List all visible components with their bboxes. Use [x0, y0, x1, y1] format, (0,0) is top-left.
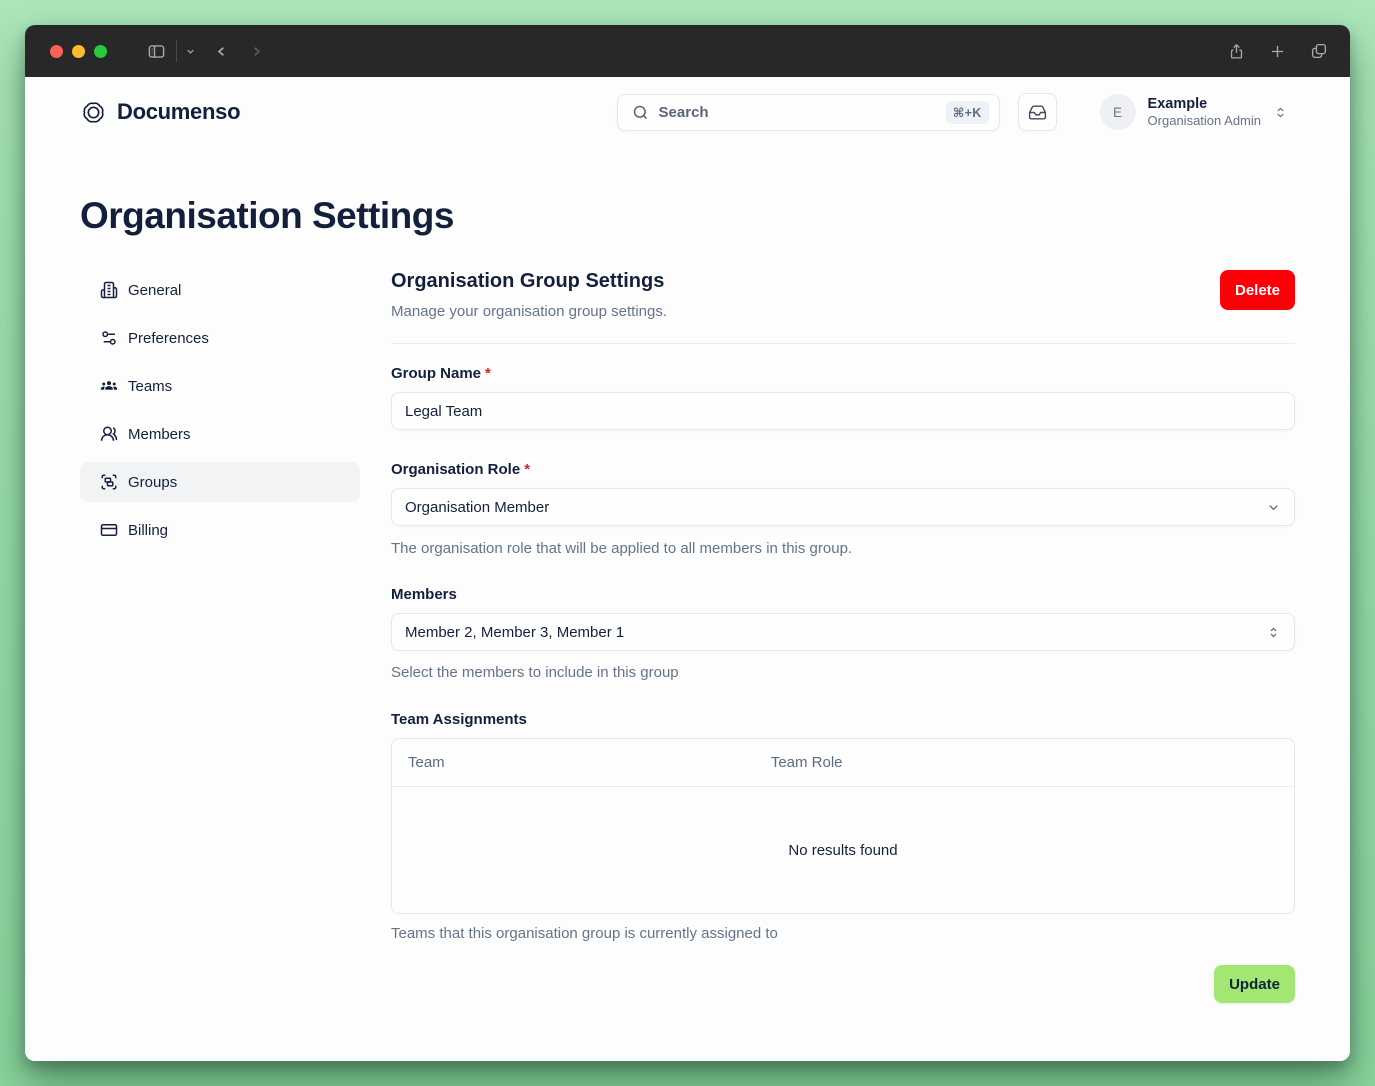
sidebar-item-billing[interactable]: Billing: [80, 510, 360, 550]
users-icon: [100, 425, 118, 443]
search-shortcut-badge: ⌘+K: [946, 101, 989, 124]
chevron-down-icon: [1266, 500, 1281, 515]
empty-state-text: No results found: [788, 842, 897, 859]
group-name-input[interactable]: [405, 403, 1281, 420]
titlebar-divider: [176, 40, 177, 62]
page-title: Organisation Settings: [80, 195, 1295, 237]
tab-overview-icon[interactable]: [1310, 42, 1328, 60]
building-icon: [100, 281, 118, 299]
documenso-logo-icon: [80, 99, 107, 126]
members-multiselect[interactable]: Member 2, Member 3, Member 1: [391, 613, 1295, 651]
search-icon: [632, 104, 649, 121]
column-header-team: Team: [392, 754, 771, 771]
table-header-row: Team Team Role: [392, 739, 1294, 787]
user-name: Example: [1148, 95, 1261, 113]
organisation-role-helper: The organisation role that will be appli…: [391, 539, 1295, 559]
sidebar-item-members[interactable]: Members: [80, 414, 360, 454]
user-menu[interactable]: E Example Organisation Admin: [1100, 94, 1288, 130]
back-icon[interactable]: [214, 44, 229, 59]
sidebar-item-preferences[interactable]: Preferences: [80, 318, 360, 358]
members-label: Members: [391, 585, 457, 605]
members-field: Members Member 2, Member 3, Member 1 Sel…: [391, 585, 1295, 683]
column-header-team-role: Team Role: [771, 754, 1294, 771]
delete-button[interactable]: Delete: [1220, 270, 1295, 310]
update-button[interactable]: Update: [1214, 965, 1295, 1003]
close-window-button[interactable]: [50, 45, 63, 58]
section-subtitle: Manage your organisation group settings.: [391, 303, 667, 320]
sidebar-item-label: Members: [128, 426, 191, 443]
required-marker: *: [524, 460, 530, 480]
required-marker: *: [485, 364, 491, 384]
search-bar[interactable]: ⌘+K: [617, 94, 1000, 131]
team-assignments-label: Team Assignments: [391, 710, 527, 730]
sidebar-item-label: Groups: [128, 474, 177, 491]
new-tab-icon[interactable]: [1269, 43, 1286, 60]
titlebar-actions: [1228, 42, 1328, 61]
sidebar-item-label: General: [128, 282, 181, 299]
sliders-icon: [100, 329, 118, 347]
team-assignments-table: Team Team Role No results found: [391, 738, 1295, 914]
brand[interactable]: Documenso: [80, 99, 240, 126]
traffic-lights: [50, 45, 107, 58]
sidebar-item-label: Teams: [128, 378, 172, 395]
team-assignments-caption: Teams that this organisation group is cu…: [391, 925, 1295, 942]
sidebar-item-general[interactable]: General: [80, 270, 360, 310]
table-empty-state: No results found: [392, 787, 1294, 913]
settings-page: Organisation Settings General Prefe: [25, 147, 1350, 1003]
sidebar-item-teams[interactable]: Teams: [80, 366, 360, 406]
sidebar-toggle-icon[interactable]: [147, 42, 166, 61]
app-header: Documenso ⌘+K E Example Organisation Adm…: [25, 77, 1350, 147]
share-icon[interactable]: [1228, 42, 1245, 61]
group-settings-panel: Organisation Group Settings Manage your …: [391, 270, 1295, 1003]
teams-icon: [100, 377, 118, 395]
organisation-role-select[interactable]: Organisation Member: [391, 488, 1295, 526]
organisation-role-label: Organisation Role: [391, 460, 520, 480]
members-value: Member 2, Member 3, Member 1: [405, 624, 624, 641]
search-input[interactable]: [659, 104, 936, 121]
chevrons-up-down-icon: [1266, 625, 1281, 640]
user-role: Organisation Admin: [1148, 113, 1261, 129]
chevron-down-icon[interactable]: [185, 46, 196, 57]
minimize-window-button[interactable]: [72, 45, 85, 58]
settings-sidebar: General Preferences Teams: [80, 270, 360, 1003]
organisation-role-value: Organisation Member: [405, 499, 549, 516]
group-name-field: Group Name *: [391, 364, 1295, 430]
inbox-button[interactable]: [1018, 93, 1057, 131]
chevrons-up-down-icon: [1273, 105, 1288, 120]
forward-icon[interactable]: [249, 44, 264, 59]
group-name-label: Group Name: [391, 364, 481, 384]
members-helper: Select the members to include in this gr…: [391, 663, 1295, 683]
sidebar-item-label: Billing: [128, 522, 168, 539]
credit-card-icon: [100, 521, 118, 539]
app-content: Documenso ⌘+K E Example Organisation Adm…: [25, 77, 1350, 1061]
sidebar-item-groups[interactable]: Groups: [80, 462, 360, 502]
team-assignments-field: Team Assignments Team Team Role No resul…: [391, 710, 1295, 942]
organisation-role-field: Organisation Role * Organisation Member …: [391, 460, 1295, 559]
section-title: Organisation Group Settings: [391, 270, 667, 293]
sidebar-item-label: Preferences: [128, 330, 209, 347]
section-divider: [391, 343, 1295, 344]
browser-titlebar: [25, 25, 1350, 77]
brand-name: Documenso: [117, 99, 240, 125]
inbox-icon: [1028, 103, 1047, 122]
zoom-window-button[interactable]: [94, 45, 107, 58]
avatar: E: [1100, 94, 1136, 130]
group-icon: [100, 473, 118, 491]
browser-window: Documenso ⌘+K E Example Organisation Adm…: [25, 25, 1350, 1061]
